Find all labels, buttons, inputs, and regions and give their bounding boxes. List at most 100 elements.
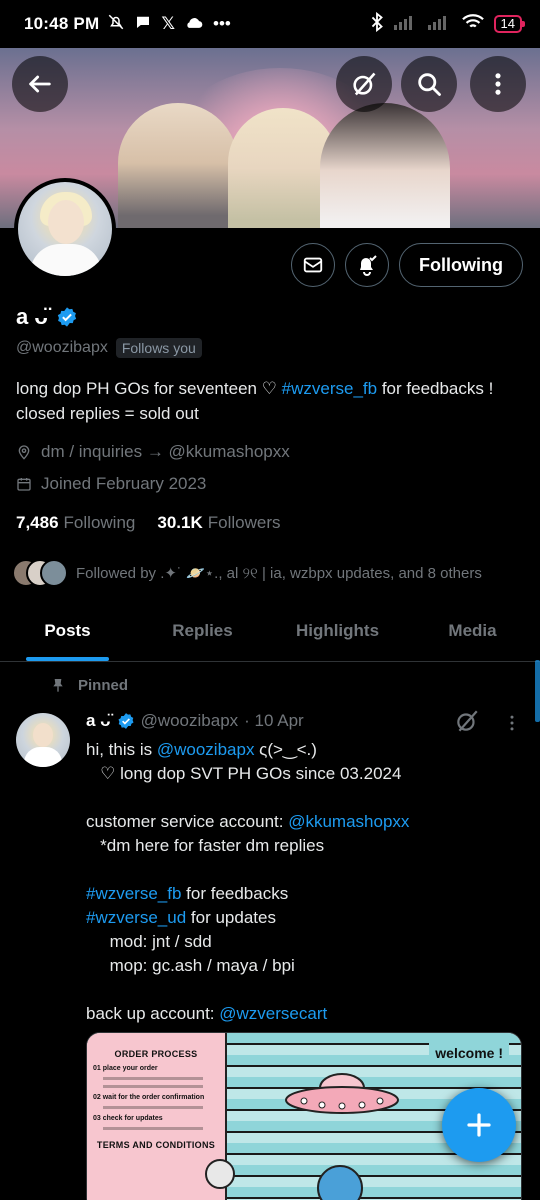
mail-icon (303, 257, 323, 273)
grok-tweet-button[interactable] (454, 708, 480, 739)
grok-icon (353, 72, 376, 96)
mute-bell-icon (107, 13, 125, 36)
location-mention: @kkumashopxx (168, 442, 290, 461)
tweet-author-name[interactable]: a ᴗ̈ (86, 711, 111, 731)
profile-location: dm / inquiries → @kkumashopxx (16, 442, 290, 462)
plus-icon (467, 1113, 491, 1137)
tweet-line: customer service account: (86, 812, 289, 831)
order-step: 03 check for updates (93, 1115, 163, 1122)
display-name: a ᴗ̈ (16, 304, 48, 329)
status-time: 10:48 PM (24, 14, 100, 33)
moon-illustration (205, 1159, 235, 1189)
search-button[interactable] (401, 56, 457, 112)
following-button[interactable]: Following (399, 243, 523, 287)
cloud-icon (184, 14, 204, 35)
follows-you-badge: Follows you (115, 338, 202, 358)
tweet-text: hi, this is @woozibapx ς(>‿<.) ♡ long do… (86, 738, 526, 1026)
followers-count: 30.1K (157, 513, 203, 532)
following-count: 7,486 (16, 513, 59, 532)
notifications-button[interactable] (345, 243, 389, 287)
x-logo-icon: 𝕏 (161, 14, 176, 33)
bell-check-icon (360, 255, 377, 276)
text-line (103, 1077, 203, 1080)
profile-handle: @woozibapx (16, 339, 108, 356)
avatar-face (48, 200, 84, 244)
banner-person (320, 103, 450, 228)
followers-label: Followers (207, 513, 281, 532)
verified-badge-icon[interactable] (56, 306, 78, 328)
bio-hashtag-link[interactable]: #wzverse_fb (282, 379, 377, 398)
pin-icon (53, 679, 63, 692)
message-button[interactable] (291, 243, 335, 287)
following-label: Following (63, 513, 136, 532)
tweet-line: for feedbacks (181, 884, 289, 903)
tab-posts[interactable]: Posts (0, 608, 135, 661)
order-step: 02 wait for the order confirmation (93, 1094, 205, 1101)
arrow-left-icon (29, 75, 51, 93)
more-vertical-icon (510, 715, 514, 731)
tweet-line: back up account: (86, 1004, 220, 1023)
tweet-author-handle[interactable]: @woozibapx (141, 711, 239, 731)
hashtag-link[interactable]: #wzverse_ud (86, 908, 186, 927)
profile-avatar[interactable] (14, 178, 116, 280)
avatar-face (33, 723, 53, 747)
text-line (103, 1085, 203, 1088)
bluetooth-icon (370, 11, 384, 37)
order-process-title: ORDER PROCESS (114, 1049, 198, 1059)
tweet-avatar[interactable] (16, 713, 70, 767)
bio-text: closed replies = sold out (16, 404, 199, 423)
tweet-line: mop: gc.ash / maya / bpi (86, 956, 295, 975)
banner-person (118, 103, 238, 228)
bio-text: for feedbacks ! (377, 379, 494, 398)
verified-badge-icon (118, 713, 134, 729)
followers-count-link[interactable]: 30.1K Followers (157, 513, 280, 533)
tab-highlights[interactable]: Highlights (270, 608, 405, 661)
pinned-label-row: Pinned (50, 676, 128, 694)
following-count-link[interactable]: 7,486 Following (16, 513, 135, 533)
tweet-more-button[interactable] (502, 712, 522, 739)
profile-joined: Joined February 2023 (16, 474, 206, 494)
avatar (40, 559, 68, 587)
ufo-illustration (285, 1073, 399, 1114)
location-pin-icon (18, 445, 30, 460)
notification-icons: 𝕏 ••• (107, 13, 231, 36)
compose-post-button[interactable] (442, 1088, 516, 1162)
mention-link[interactable]: @wzversecart (219, 1004, 327, 1023)
handle-row: @woozibapx Follows you (16, 338, 202, 358)
avatar-shirt (24, 747, 62, 767)
more-options-button[interactable] (470, 56, 526, 112)
location-text: dm / inquiries → (41, 442, 169, 461)
text-line (103, 1127, 203, 1130)
grok-button[interactable] (336, 56, 392, 112)
mention-link[interactable]: @kkumashopxx (288, 812, 409, 831)
tweet-line: *dm here for faster dm replies (86, 836, 325, 855)
search-icon (418, 73, 441, 96)
back-button[interactable] (12, 56, 68, 112)
battery-indicator: 14 (493, 15, 526, 33)
signal-icon-2 (427, 14, 452, 35)
tweet-line: hi, this is (86, 740, 157, 759)
grok-icon (457, 710, 478, 732)
tab-replies[interactable]: Replies (135, 608, 270, 661)
mention-link[interactable]: @woozibapx (157, 740, 255, 759)
more-vertical-icon (495, 73, 501, 95)
bio-text: long dop PH GOs for seventeen ♡ (16, 379, 282, 398)
chat-icon (134, 13, 152, 36)
tweet-line: ♡ long dop SVT PH GOs since 03.2024 (86, 764, 402, 783)
status-bar: 10:48 PM 𝕏 ••• 14 (0, 0, 540, 48)
tweet-line: mod: jnt / sdd (86, 932, 212, 951)
tweet-header: a ᴗ̈ @woozibapx · 10 Apr (86, 711, 304, 731)
profile-name-row: a ᴗ̈ (16, 304, 78, 330)
followed-by-row[interactable]: Followed by .✦˙ 🪐⋆., al ୨୧ | ia, wzbpx u… (12, 559, 482, 587)
followed-by-avatars (12, 559, 68, 587)
welcome-text: welcome ! (429, 1043, 509, 1063)
avatar-shirt (30, 244, 102, 276)
profile-tabs: Posts Replies Highlights Media (0, 608, 540, 662)
tab-media[interactable]: Media (405, 608, 540, 661)
pinned-label: Pinned (78, 676, 129, 694)
joined-date: Joined February 2023 (41, 474, 207, 493)
scrollbar[interactable] (535, 660, 540, 722)
wifi-icon (461, 13, 484, 36)
hashtag-link[interactable]: #wzverse_fb (86, 884, 181, 903)
followed-by-text: Followed by .✦˙ 🪐⋆., al ୨୧ | ia, wzbpx u… (76, 565, 482, 582)
